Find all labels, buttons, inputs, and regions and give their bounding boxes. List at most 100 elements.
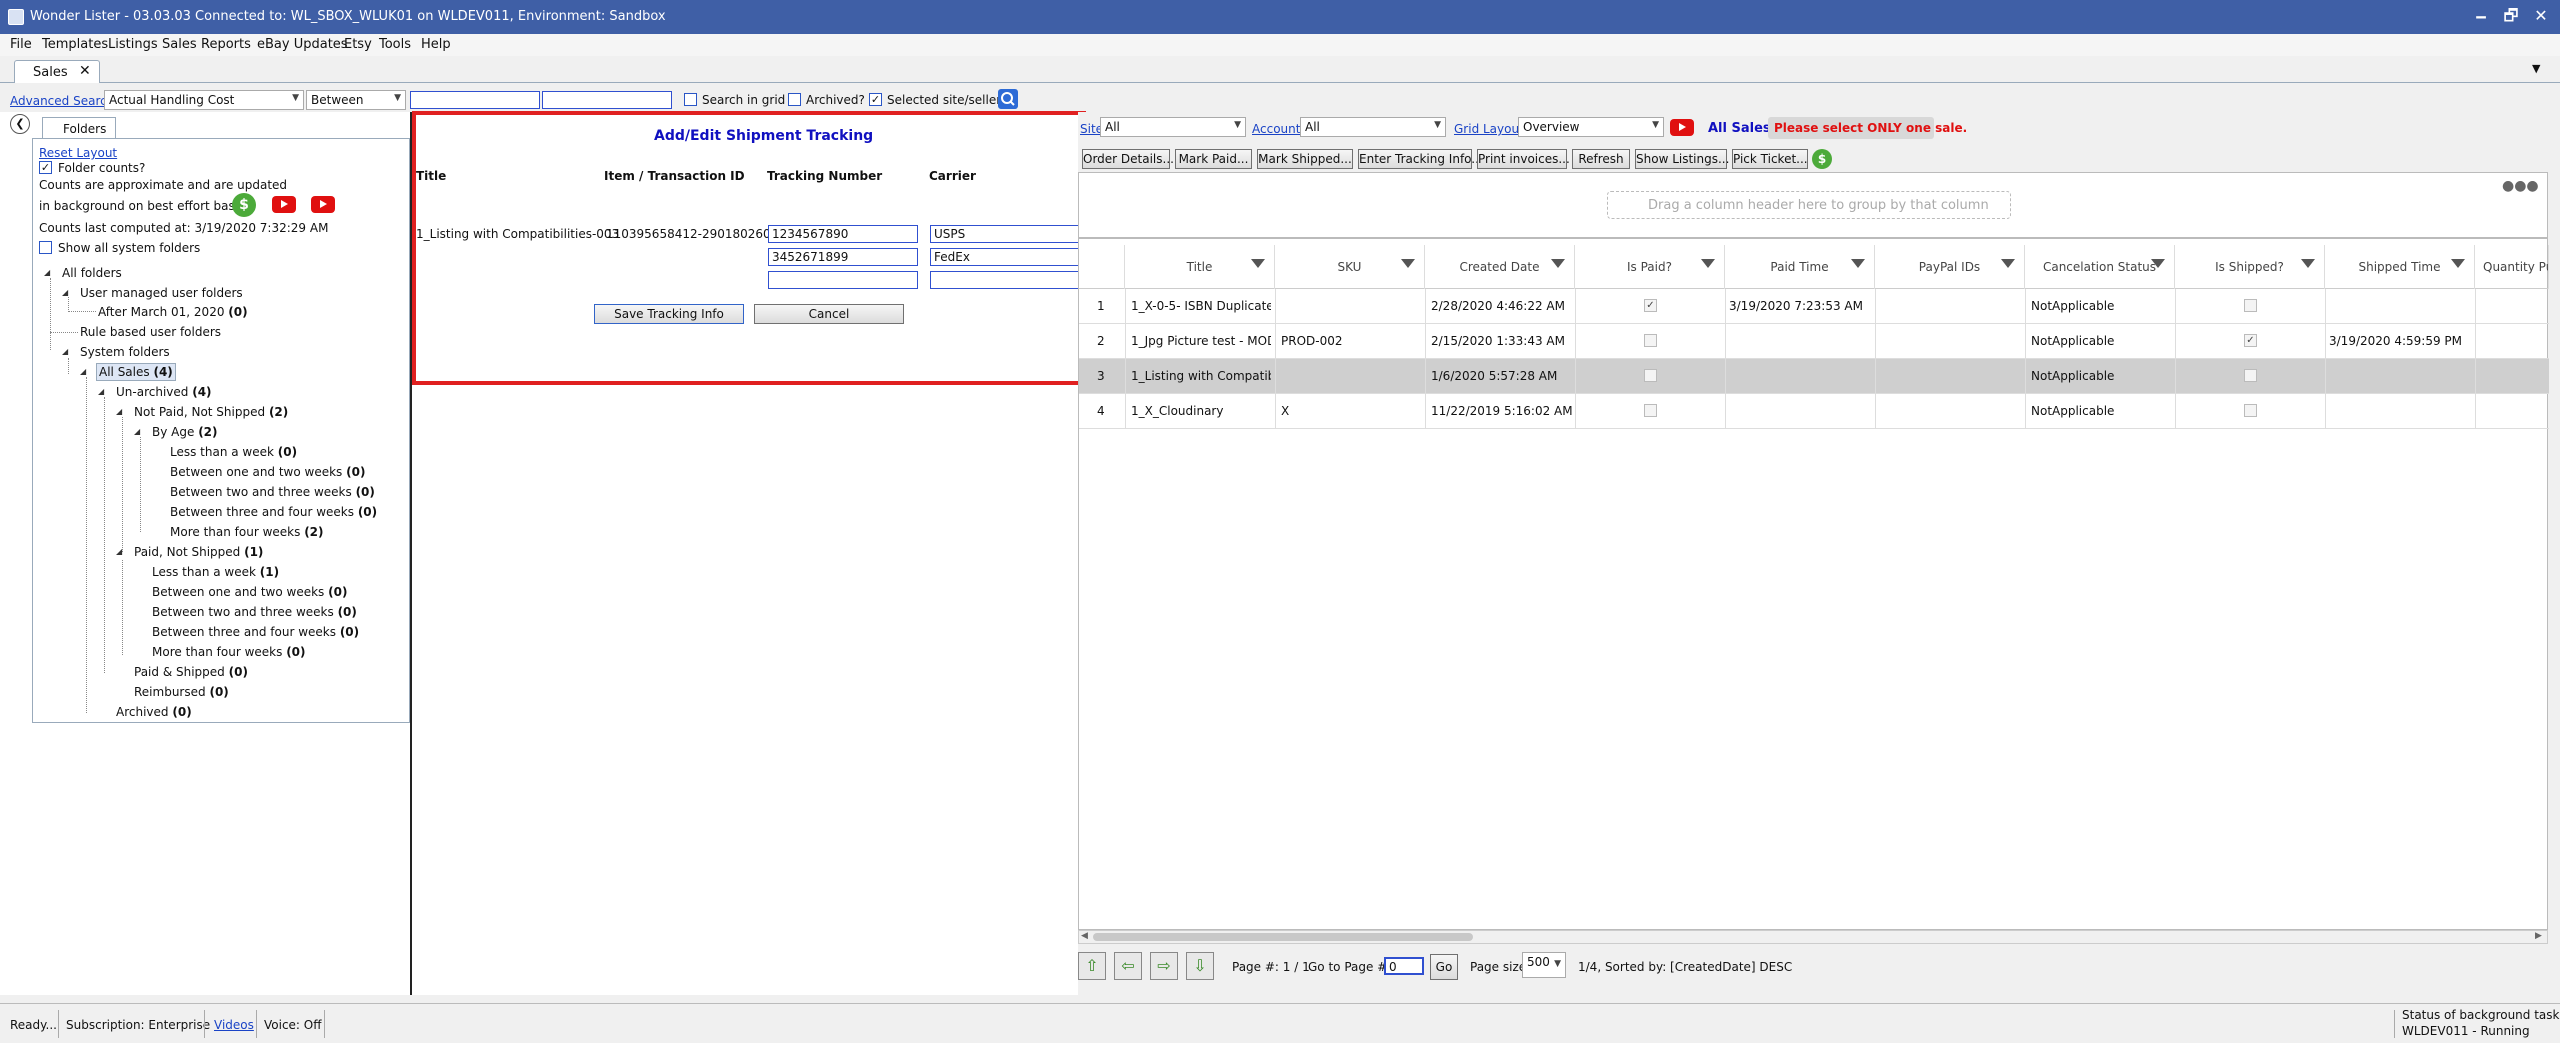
cancel-button[interactable]: Cancel <box>754 304 904 324</box>
advanced-search-link[interactable]: Advanced Search <box>10 94 114 108</box>
expand-toggle-icon[interactable]: ◢ <box>116 407 122 416</box>
tree-reimbursed[interactable]: Reimbursed (0) <box>134 685 229 699</box>
table-row-selected[interactable]: 3 1_Listing with Compatibilitie 1/6/2020… <box>1079 359 2549 394</box>
restore-icon[interactable]: 🗗 <box>2500 5 2522 27</box>
search-value-2-input[interactable] <box>542 91 672 109</box>
tree-not-paid-not-shipped[interactable]: Not Paid, Not Shipped (2) <box>134 405 288 419</box>
reset-layout-link[interactable]: Reset Layout <box>39 146 117 160</box>
scroll-right-icon[interactable]: ▶ <box>2535 931 2542 941</box>
tree-paid-shipped[interactable]: Paid & Shipped (0) <box>134 665 248 679</box>
tracking-number-input[interactable] <box>768 271 918 289</box>
previous-page-icon[interactable]: ⇦ <box>1114 952 1142 980</box>
expand-toggle-icon[interactable]: ◢ <box>98 387 104 396</box>
search-field-select[interactable]: Actual Handling Cost ▼ <box>104 90 304 110</box>
tree-np-one-two[interactable]: Between one and two weeks (0) <box>170 465 365 479</box>
tree-all-sales[interactable]: All Sales (4) <box>96 363 176 381</box>
youtube-icon[interactable] <box>272 196 296 213</box>
next-page-icon[interactable]: ⇨ <box>1150 952 1178 980</box>
enter-tracking-button[interactable]: Enter Tracking Info... <box>1358 149 1483 169</box>
filter-icon[interactable] <box>2001 259 2015 268</box>
tree-np-three-four[interactable]: Between three and four weeks (0) <box>170 505 377 519</box>
scrollbar-thumb[interactable] <box>1093 933 1473 941</box>
tree-p-two-three[interactable]: Between two and three weeks (0) <box>152 605 357 619</box>
youtube-icon[interactable] <box>1670 119 1694 136</box>
last-page-icon[interactable]: ⇩ <box>1186 952 1214 980</box>
close-window-icon[interactable]: ✕ <box>2530 5 2552 27</box>
money-icon[interactable]: $ <box>1812 149 1832 169</box>
table-row[interactable]: 2 1_Jpg Picture test - MOD01 PROD-002 2/… <box>1079 324 2549 359</box>
tree-p-more-four[interactable]: More than four weeks (0) <box>152 645 306 659</box>
chevron-down-icon[interactable]: ▼ <box>2532 62 2540 75</box>
tree-np-more-four[interactable]: More than four weeks (2) <box>170 525 324 539</box>
mark-paid-button[interactable]: Mark Paid... <box>1175 149 1252 169</box>
mark-shipped-button[interactable]: Mark Shipped... <box>1257 149 1353 169</box>
expand-toggle-icon[interactable]: ◢ <box>80 367 86 376</box>
status-voice[interactable]: Voice: Off <box>264 1018 322 1032</box>
table-row[interactable]: 4 1_X_Cloudinary X 11/22/2019 5:16:02 AM… <box>1079 394 2549 429</box>
archived-checkbox[interactable] <box>788 93 801 106</box>
pick-ticket-button[interactable]: Pick Ticket... <box>1732 149 1808 169</box>
money-icon[interactable]: $ <box>232 193 256 217</box>
row-is-paid-checkbox[interactable] <box>1644 369 1657 382</box>
close-tab-icon[interactable]: ✕ <box>79 63 91 79</box>
print-invoices-button[interactable]: Print invoices... <box>1477 149 1570 169</box>
grid-layout-select[interactable]: Overview ▼ <box>1518 117 1664 137</box>
tab-folders[interactable]: Folders <box>42 117 116 139</box>
carrier-input[interactable]: FedEx <box>930 248 1080 266</box>
carrier-input[interactable] <box>930 271 1080 289</box>
youtube-icon[interactable] <box>311 196 335 213</box>
site-select[interactable]: All ▼ <box>1100 117 1246 137</box>
scroll-left-icon[interactable]: ◀ <box>1081 931 1088 941</box>
row-is-paid-checkbox[interactable]: ✓ <box>1644 299 1657 312</box>
minimize-icon[interactable]: 🗕 <box>2470 5 2492 27</box>
table-row[interactable]: 1 1_X-0-5- ISBN Duplicate tes 2/28/2020 … <box>1079 289 2549 324</box>
goto-page-input[interactable]: 0 <box>1384 957 1424 975</box>
show-all-folders-checkbox[interactable] <box>39 241 52 254</box>
row-is-shipped-checkbox[interactable] <box>2244 404 2257 417</box>
tree-after-march[interactable]: After March 01, 2020 (0) <box>98 305 248 319</box>
tracking-number-input[interactable]: 1234567890 <box>768 225 918 243</box>
menu-ebay-updates[interactable]: eBay Updates <box>257 37 348 52</box>
filter-icon[interactable] <box>1701 259 1715 268</box>
tree-unarchived[interactable]: Un-archived (4) <box>116 385 212 399</box>
tracking-number-input[interactable]: 3452671899 <box>768 248 918 266</box>
row-is-shipped-checkbox[interactable] <box>2244 369 2257 382</box>
tree-system-folders[interactable]: System folders <box>80 345 170 359</box>
tree-p-one-two[interactable]: Between one and two weeks (0) <box>152 585 347 599</box>
row-is-paid-checkbox[interactable] <box>1644 404 1657 417</box>
tree-by-age[interactable]: By Age (2) <box>152 425 218 439</box>
filter-icon[interactable] <box>1251 259 1265 268</box>
row-is-shipped-checkbox[interactable] <box>2244 299 2257 312</box>
tree-archived[interactable]: Archived (0) <box>116 705 192 719</box>
menu-sales[interactable]: Sales <box>162 37 197 52</box>
filter-icon[interactable] <box>2301 259 2315 268</box>
expand-toggle-icon[interactable]: ◢ <box>116 547 122 556</box>
menu-help[interactable]: Help <box>421 37 451 52</box>
go-button[interactable]: Go <box>1430 954 1458 980</box>
filter-icon[interactable] <box>1851 259 1865 268</box>
tree-all-folders[interactable]: All folders <box>62 266 122 280</box>
filter-icon[interactable] <box>1401 259 1415 268</box>
order-details-button[interactable]: Order Details... <box>1082 149 1174 169</box>
refresh-button[interactable]: Refresh <box>1572 149 1630 169</box>
grid-header-quantity[interactable]: Quantity Pu <box>2475 245 2549 289</box>
tree-user-managed[interactable]: User managed user folders <box>80 286 243 300</box>
search-in-grid-checkbox[interactable] <box>684 93 697 106</box>
search-operator-select[interactable]: Between ▼ <box>306 90 406 110</box>
videos-link[interactable]: Videos <box>214 1018 254 1032</box>
tree-np-less-week[interactable]: Less than a week (0) <box>170 445 297 459</box>
menu-tools[interactable]: Tools <box>379 37 411 52</box>
filter-icon[interactable] <box>2151 259 2165 268</box>
menu-reports[interactable]: Reports <box>201 37 251 52</box>
menu-etsy[interactable]: Etsy <box>344 37 372 52</box>
folder-counts-checkbox[interactable]: ✓ <box>39 161 52 174</box>
grid-layout-link[interactable]: Grid Layout <box>1454 122 1524 136</box>
tab-sales[interactable]: Sales ✕ <box>14 60 100 83</box>
tree-p-three-four[interactable]: Between three and four weeks (0) <box>152 625 359 639</box>
row-is-shipped-checkbox[interactable]: ✓ <box>2244 334 2257 347</box>
expand-toggle-icon[interactable]: ◢ <box>134 427 140 436</box>
expand-toggle-icon[interactable]: ◢ <box>44 268 50 277</box>
menu-templates[interactable]: Templates <box>42 37 108 52</box>
expand-toggle-icon[interactable]: ◢ <box>62 347 68 356</box>
filter-icon[interactable] <box>1551 259 1565 268</box>
